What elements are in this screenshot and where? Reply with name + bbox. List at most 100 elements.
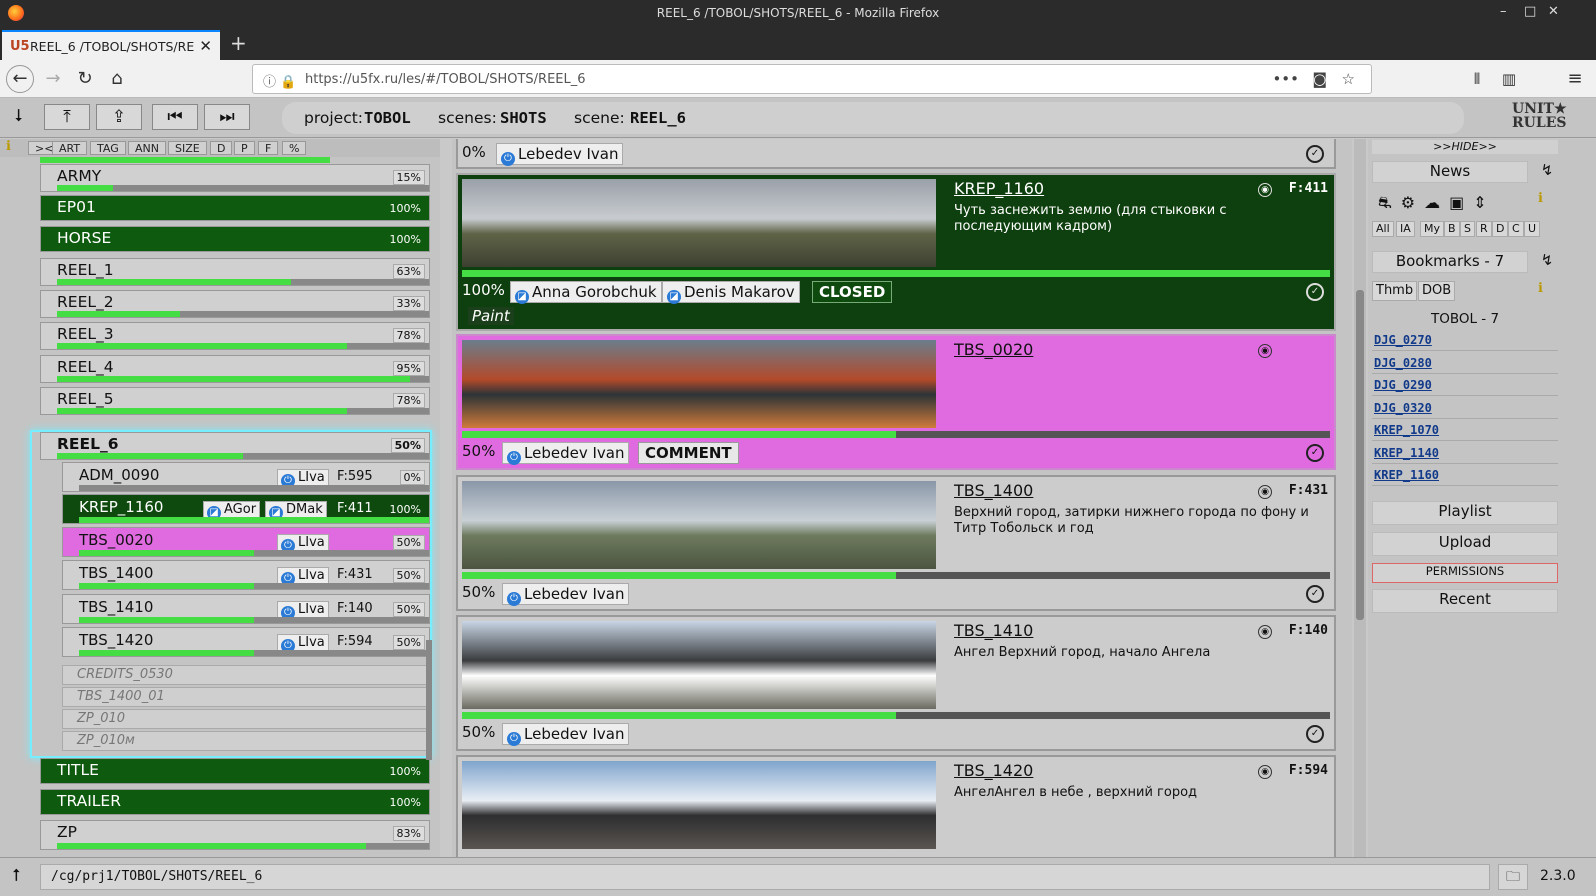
left-tool-button[interactable]: SIZE xyxy=(168,141,207,155)
shot-row[interactable]: ADM_0090 ⏻ LIva F:595 0% xyxy=(62,462,430,492)
upload-icon[interactable]: ⇪ xyxy=(96,104,142,130)
assignee-chip[interactable]: ◪ Denis Makarov xyxy=(662,281,800,304)
thumbnail-image[interactable] xyxy=(620,340,778,428)
assignee-chip[interactable]: ⏻ Lebedev Ivan xyxy=(502,442,630,465)
thumbnail-strip[interactable] xyxy=(462,481,936,569)
site-info-icon[interactable]: ⓘ 🔒 xyxy=(263,71,296,90)
url-bar[interactable]: ⓘ 🔒 https://u5fx.ru/les/#/TOBOL/SHOTS/RE… xyxy=(252,64,1372,94)
refresh-news-icon[interactable]: ↯ xyxy=(1536,161,1558,183)
thumbnail-image[interactable] xyxy=(620,179,778,267)
shot-title-link[interactable]: TBS_1420 xyxy=(954,761,1033,780)
news-filter-button[interactable]: My xyxy=(1420,221,1445,237)
check-icon[interactable]: ✓ xyxy=(1306,283,1324,301)
sidebar-icon[interactable]: ▥ xyxy=(1496,67,1522,93)
check-icon[interactable]: ✓ xyxy=(1306,725,1324,743)
up-arrow-icon[interactable]: ⭡ xyxy=(12,866,20,886)
bookmark-mode-button[interactable]: Thmb xyxy=(1372,281,1418,301)
home-icon[interactable]: ⌂ xyxy=(104,67,130,93)
thumbnail-image[interactable] xyxy=(462,340,620,428)
more-actions-icon[interactable]: ••• xyxy=(1272,70,1299,88)
scene-row[interactable]: HORSE 100% xyxy=(40,226,430,252)
bookmark-link[interactable]: KREP_1160 xyxy=(1372,464,1558,486)
scene-row[interactable]: TRAILER 100% xyxy=(40,789,430,815)
close-window-icon[interactable]: ✕ xyxy=(1548,4,1559,19)
thumbnail-image[interactable] xyxy=(620,481,778,569)
left-tool-button[interactable]: ANN xyxy=(128,141,166,155)
scene-row[interactable]: REEL_5 78% xyxy=(40,387,430,415)
first-icon[interactable]: ⏮ xyxy=(152,104,198,130)
bookmark-link[interactable]: KREP_1070 xyxy=(1372,419,1558,441)
left-scrollbar[interactable] xyxy=(426,640,432,760)
recent-button[interactable]: Recent xyxy=(1372,589,1558,613)
inactive-shot-row[interactable]: ZP_010 xyxy=(62,709,430,729)
thumbnail-image[interactable] xyxy=(620,621,778,709)
watch-icon[interactable]: ◉ xyxy=(1258,765,1272,779)
scene-row[interactable]: EP01 100% xyxy=(40,195,430,221)
scrollbar-thumb[interactable] xyxy=(1356,290,1364,620)
status-badge[interactable]: CLOSED xyxy=(812,281,893,303)
last-icon[interactable]: ⏭ xyxy=(204,104,250,130)
minimize-icon[interactable]: – xyxy=(1500,4,1507,19)
thumbnail-image[interactable] xyxy=(778,761,936,849)
thumbnail-strip[interactable] xyxy=(462,340,936,428)
assignee-chip[interactable]: ⏻ Lebedev Ivan xyxy=(502,723,630,746)
hide-panel-button[interactable]: >>HIDE>> xyxy=(1372,140,1558,154)
shot-title-link[interactable]: TBS_1410 xyxy=(954,621,1033,640)
news-filter-button[interactable]: S xyxy=(1460,221,1475,237)
inactive-shot-row[interactable]: CREDITS_0530 xyxy=(62,665,430,685)
browser-tab[interactable]: U5 REEL_6 /TOBOL/SHOTS/RE ✕ xyxy=(2,30,220,60)
bookmark-link[interactable]: DJG_0320 xyxy=(1372,397,1558,419)
thumbnail-strip[interactable] xyxy=(462,179,936,267)
news-filter-button[interactable]: D xyxy=(1492,221,1509,237)
bookmark-mode-button[interactable]: DOB xyxy=(1418,281,1456,301)
new-tab-icon[interactable]: + xyxy=(230,31,247,55)
shot-row[interactable]: TBS_1400 ⏻ LIva F:431 50% xyxy=(62,560,430,590)
news-button[interactable]: News xyxy=(1372,161,1528,183)
menu-icon[interactable]: ≡ xyxy=(1562,67,1588,93)
watch-icon[interactable]: ◉ xyxy=(1258,183,1272,197)
thumbnail-image[interactable] xyxy=(778,179,936,267)
scene-value[interactable]: REEL_6 xyxy=(630,109,686,127)
scene-row[interactable]: ARMY 15% xyxy=(40,164,430,192)
scene-row[interactable]: REEL_2 33% xyxy=(40,290,430,318)
news-filter-button[interactable]: R xyxy=(1476,221,1492,237)
left-tool-button[interactable]: TAG xyxy=(90,141,126,155)
task-tag[interactable]: Paint xyxy=(468,307,514,325)
refresh-bookmarks-icon[interactable]: ↯ xyxy=(1536,251,1558,273)
thumbnail-image[interactable] xyxy=(462,761,620,849)
left-tool-button[interactable]: F xyxy=(258,141,279,155)
scene-row[interactable]: TITLE 100% xyxy=(40,758,430,784)
info-icon[interactable]: ℹ xyxy=(6,139,11,154)
scene-row[interactable]: REEL_4 95% xyxy=(40,355,430,383)
thumbnail-image[interactable] xyxy=(778,481,936,569)
reload-icon[interactable]: ↻ xyxy=(72,67,98,93)
bookmark-link[interactable]: KREP_1140 xyxy=(1372,442,1558,464)
back-icon[interactable]: ← xyxy=(6,65,34,93)
news-info-icon[interactable]: ℹ xyxy=(1538,191,1543,206)
scene-row[interactable]: REEL_3 78% xyxy=(40,322,430,350)
thumbnail-image[interactable] xyxy=(462,621,620,709)
permissions-button[interactable]: PERMISSIONS xyxy=(1372,563,1558,583)
inactive-shot-row[interactable]: ZP_010м xyxy=(62,731,430,751)
shot-title-link[interactable]: TBS_1400 xyxy=(954,481,1033,500)
thumbnail-image[interactable] xyxy=(778,340,936,428)
news-filter-button[interactable]: C xyxy=(1508,221,1524,237)
shot-row[interactable]: TBS_1420 ⏻ LIva F:594 50% xyxy=(62,627,430,657)
bookmarks-button[interactable]: Bookmarks - 7 xyxy=(1372,251,1528,273)
news-filter-button[interactable]: B xyxy=(1444,221,1460,237)
upload-top-icon[interactable]: ⤒ xyxy=(44,104,90,130)
left-tool-button[interactable]: % xyxy=(282,141,307,155)
scene-row[interactable]: REEL_1 63% xyxy=(40,258,430,286)
watch-icon[interactable]: ◉ xyxy=(1258,344,1272,358)
thumbnail-image[interactable] xyxy=(462,481,620,569)
shot-row[interactable]: TBS_0020 ⏻ LIva 50% xyxy=(62,527,430,557)
scene-row-selected[interactable]: REEL_6 50% xyxy=(40,432,430,460)
inactive-shot-row[interactable]: TBS_1400_01 xyxy=(62,687,430,707)
thumbnail-strip[interactable] xyxy=(462,761,936,849)
scene-row[interactable]: ZP 83% xyxy=(40,820,430,850)
assignee-chip[interactable]: ◪ Anna Gorobchuk xyxy=(510,281,662,304)
collapse-down-icon[interactable]: ⭣ xyxy=(8,104,30,130)
upload-button[interactable]: Upload xyxy=(1372,532,1558,556)
left-tool-button[interactable]: P xyxy=(234,141,255,155)
news-filter-button[interactable]: U xyxy=(1524,221,1541,237)
